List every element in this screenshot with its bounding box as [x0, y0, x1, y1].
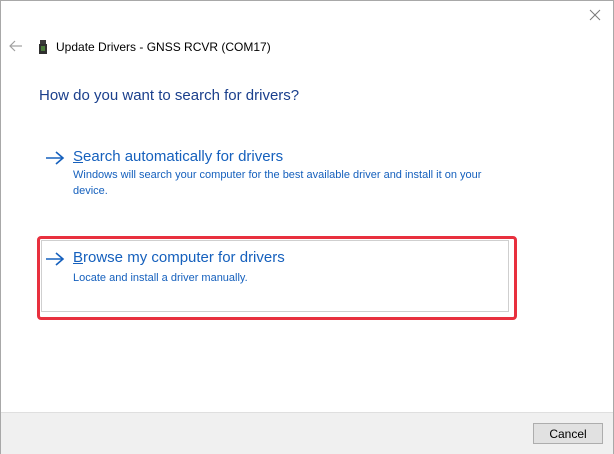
- accelerator-key: B: [73, 249, 84, 266]
- browse-my-computer-description: Locate and install a driver manually.: [73, 272, 248, 284]
- arrow-right-icon: [45, 150, 65, 166]
- option-title-text: rowse my computer for drivers: [83, 249, 285, 266]
- back-arrow-icon[interactable]: [8, 38, 24, 54]
- accelerator-key: S: [73, 148, 84, 165]
- option-title-text: earch automatically for drivers: [83, 148, 284, 165]
- browse-my-computer-option[interactable]: Browse my computer for drivers Locate an…: [37, 236, 517, 320]
- dialog-title-row: Update Drivers - GNSS RCVR (COM17): [39, 37, 271, 57]
- dialog-title: Update Drivers - GNSS RCVR (COM17): [56, 40, 271, 54]
- close-icon[interactable]: [587, 7, 603, 23]
- page-heading: How do you want to search for drivers?: [39, 87, 300, 104]
- dialog-footer: Cancel: [1, 412, 613, 454]
- cancel-button[interactable]: Cancel: [533, 423, 603, 444]
- browse-my-computer-title[interactable]: Browse my computer for drivers: [73, 249, 285, 266]
- search-automatically-description: Windows will search your computer for th…: [73, 169, 482, 197]
- arrow-right-icon: [45, 251, 65, 267]
- search-automatically-title[interactable]: Search automatically for drivers: [73, 148, 283, 165]
- update-drivers-dialog: Update Drivers - GNSS RCVR (COM17) How d…: [0, 0, 614, 454]
- search-automatically-option[interactable]: Search automatically for drivers Windows…: [37, 143, 515, 209]
- usb-device-icon: [39, 40, 47, 54]
